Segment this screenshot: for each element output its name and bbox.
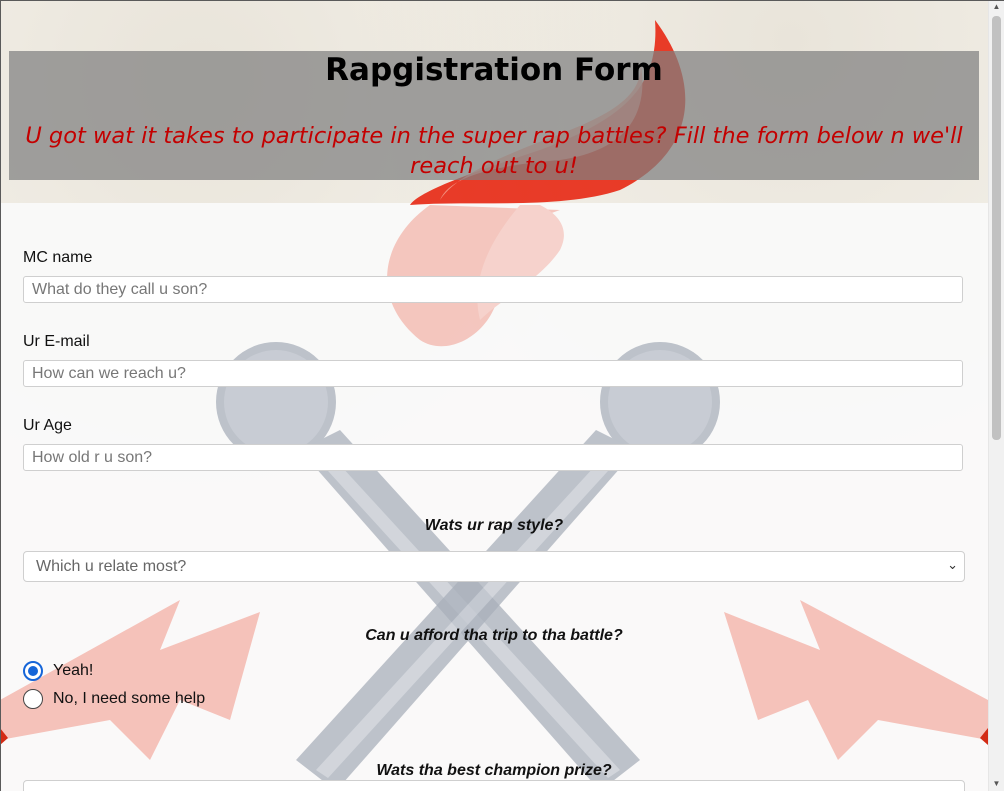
trip-question: Can u afford tha trip to tha battle?	[365, 627, 623, 644]
radio-yes[interactable]	[23, 661, 43, 681]
email-input[interactable]	[23, 360, 963, 387]
mc-name-label: MC name	[23, 249, 93, 266]
prize-question: Wats tha best champion prize?	[376, 762, 612, 779]
page-subtitle: U got wat it takes to participate in the…	[25, 123, 963, 179]
radio-no[interactable]	[23, 689, 43, 709]
rap-style-question: Wats ur rap style?	[424, 517, 564, 534]
window-frame-top	[0, 0, 1004, 1]
radio-yes-label: Yeah!	[53, 662, 94, 679]
rap-style-selected-value: Which u relate most?	[36, 558, 187, 575]
scroll-down-arrow-icon[interactable]: ▼	[989, 777, 1004, 791]
radio-no-label: No, I need some help	[53, 690, 206, 707]
age-label: Ur Age	[23, 417, 72, 434]
age-input[interactable]	[23, 444, 963, 471]
window-frame-left	[0, 0, 1, 791]
mc-name-input[interactable]	[23, 276, 963, 303]
page-title: Rapgistration Form	[325, 52, 663, 88]
prize-select[interactable]	[23, 780, 965, 791]
scroll-thumb[interactable]	[992, 16, 1001, 440]
chevron-down-icon: ⌄	[947, 557, 958, 572]
email-label: Ur E-mail	[23, 333, 90, 350]
scroll-up-arrow-icon[interactable]: ▲	[989, 0, 1004, 14]
page-viewport: Rapgistration Form U got wat it takes to…	[0, 0, 988, 791]
rap-style-select[interactable]: Which u relate most? ⌄	[23, 551, 965, 582]
vertical-scrollbar[interactable]: ▲ ▼	[988, 0, 1004, 791]
